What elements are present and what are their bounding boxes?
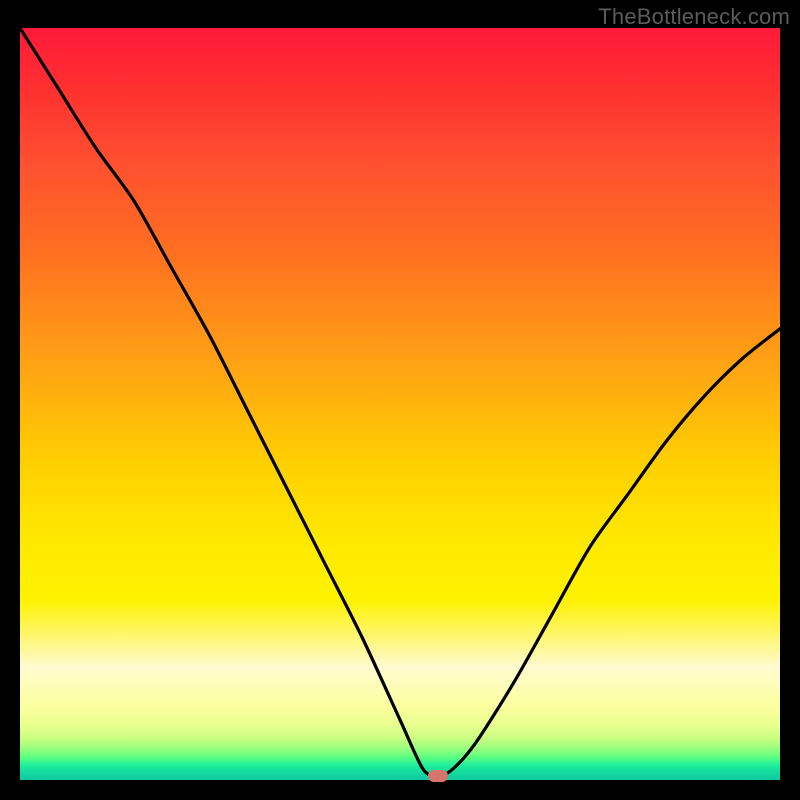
chart-frame: TheBottleneck.com <box>0 0 800 800</box>
bottleneck-curve <box>20 28 780 780</box>
bottleneck-min-marker <box>428 770 448 782</box>
watermark-text: TheBottleneck.com <box>598 4 790 30</box>
plot-area <box>20 28 780 780</box>
